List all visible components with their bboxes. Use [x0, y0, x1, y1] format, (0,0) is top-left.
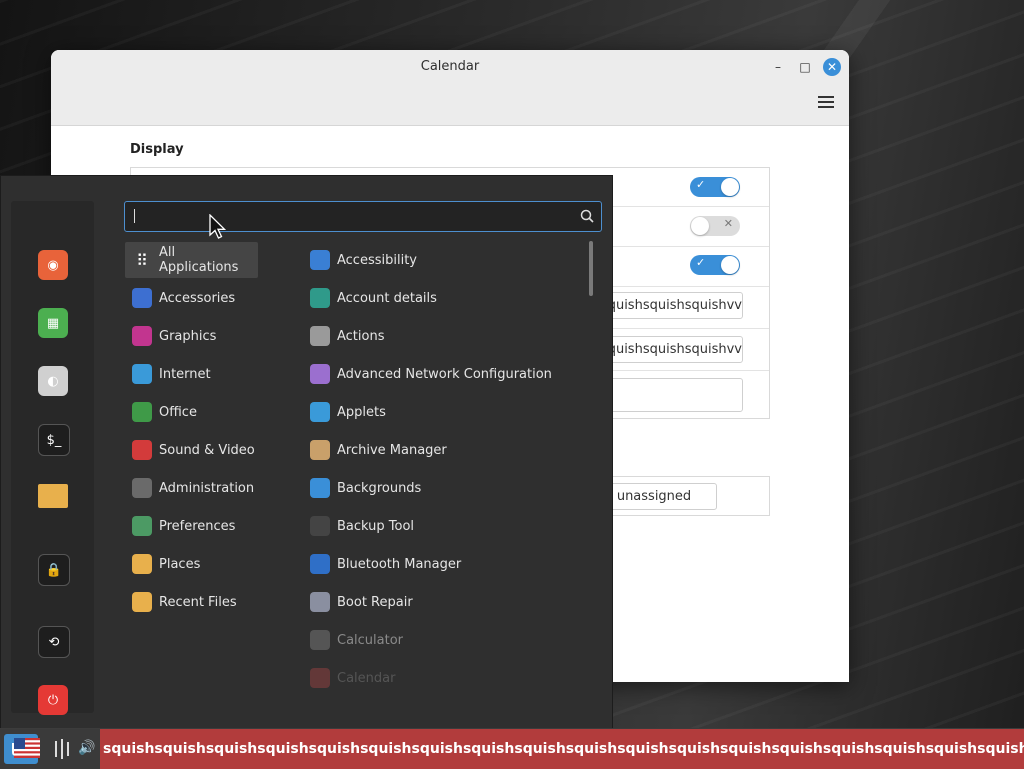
window-title: Calendar: [420, 59, 480, 74]
recent-folder-icon: [132, 592, 152, 612]
accessibility-icon: [310, 250, 330, 270]
app-label: Bluetooth Manager: [337, 556, 462, 572]
category-graphics[interactable]: Graphics: [125, 318, 258, 354]
app-label: Accessibility: [337, 252, 417, 268]
app-label: Calendar: [337, 670, 396, 686]
calendar-icon: [310, 668, 330, 688]
palette-icon: [132, 326, 152, 346]
app-archive-manager[interactable]: Archive Manager: [303, 432, 583, 468]
category-label: All Applications: [159, 245, 239, 275]
app-account-details[interactable]: Account details: [303, 280, 583, 316]
toggle-switch-1[interactable]: ✓: [690, 177, 740, 197]
app-boot-repair[interactable]: Boot Repair: [303, 584, 583, 620]
preferences-icon: [132, 516, 152, 536]
app-actions[interactable]: Actions: [303, 318, 583, 354]
applets-icon: [310, 402, 330, 422]
app-label: Boot Repair: [337, 594, 413, 610]
app-label: Applets: [337, 404, 386, 420]
category-label: Office: [159, 404, 197, 420]
app-label: Advanced Network Configuration: [337, 366, 552, 382]
calculator-icon: [310, 630, 330, 650]
category-label: Accessories: [159, 290, 236, 306]
app-backgrounds[interactable]: Backgrounds: [303, 470, 583, 506]
app-label: Actions: [337, 328, 385, 344]
scissors-icon: [132, 288, 152, 308]
mouse-pointer-icon: [209, 214, 227, 239]
app-label: Archive Manager: [337, 442, 447, 458]
account-icon: [310, 288, 330, 308]
admin-icon: [132, 478, 152, 498]
category-label: Places: [159, 556, 201, 572]
app-advanced-network-configuration[interactable]: Advanced Network Configuration: [303, 356, 583, 392]
search-input[interactable]: [124, 201, 602, 232]
play-icon: [132, 440, 152, 460]
application-menu: ◉ ▦ ◐ $_ 🔒 ⟲ ⏻ ⠿ All Applications Accessories Gra…: [0, 175, 613, 730]
format-field-2[interactable]: squishsquishsquishsquishvv: [591, 336, 743, 363]
category-label: Administration: [159, 480, 255, 496]
archive-icon: [310, 440, 330, 460]
taskbar-window-list[interactable]: squishsquishsquishsquishsquishsquishsqui…: [100, 729, 1024, 769]
text-caret: [134, 209, 135, 223]
category-label: Internet: [159, 366, 211, 382]
app-calculator[interactable]: Calculator: [303, 622, 583, 658]
app-bluetooth-manager[interactable]: Bluetooth Manager: [303, 546, 583, 582]
category-label: Graphics: [159, 328, 217, 344]
files-icon[interactable]: [38, 484, 68, 508]
settings-toggle-icon[interactable]: ◐: [38, 366, 68, 396]
app-backup-tool[interactable]: Backup Tool: [303, 508, 583, 544]
lock-screen-icon[interactable]: 🔒: [38, 554, 70, 586]
window-titlebar[interactable]: Calendar – □ ✕: [51, 50, 849, 126]
network-config-icon: [310, 364, 330, 384]
minimize-button[interactable]: –: [769, 58, 787, 76]
software-manager-icon[interactable]: ▦: [38, 308, 68, 338]
backgrounds-icon: [310, 478, 330, 498]
section-title-display: Display: [130, 142, 184, 157]
close-button[interactable]: ✕: [823, 58, 841, 76]
firefox-icon[interactable]: ◉: [38, 250, 68, 280]
toggle-switch-2[interactable]: ✕: [690, 216, 740, 236]
logout-icon[interactable]: ⟲: [38, 626, 70, 658]
format-field-1[interactable]: squishsquishsquishsquishvv: [591, 292, 743, 319]
app-calendar[interactable]: Calendar: [303, 660, 583, 696]
category-recent-files[interactable]: Recent Files: [125, 584, 258, 620]
volume-icon[interactable]: 🔊: [78, 740, 96, 758]
category-places[interactable]: Places: [125, 546, 258, 582]
backup-icon: [310, 516, 330, 536]
category-administration[interactable]: Administration: [125, 470, 258, 506]
category-sound-video[interactable]: Sound & Video: [125, 432, 258, 468]
app-accessibility[interactable]: Accessibility: [303, 242, 583, 278]
actions-icon: [310, 326, 330, 346]
app-label: Account details: [337, 290, 437, 306]
toggle-switch-3[interactable]: ✓: [690, 255, 740, 275]
taskbar-applets: 🔊: [0, 729, 100, 769]
category-label: Sound & Video: [159, 442, 255, 458]
boot-repair-icon: [310, 592, 330, 612]
hamburger-menu-icon[interactable]: [818, 96, 834, 108]
bluetooth-icon: [310, 554, 330, 574]
cloud-icon: [132, 364, 152, 384]
category-label: Recent Files: [159, 594, 237, 610]
terminal-icon[interactable]: $_: [38, 424, 70, 456]
category-accessories[interactable]: Accessories: [125, 280, 258, 316]
category-all-applications[interactable]: ⠿ All Applications: [125, 242, 258, 278]
maximize-button[interactable]: □: [796, 58, 814, 76]
search-icon: [580, 209, 594, 223]
app-list-scrollbar[interactable]: [589, 241, 593, 296]
app-label: Backgrounds: [337, 480, 422, 496]
taskbar: 🔊 squishsquishsquishsquishsquishsquishsq…: [0, 728, 1024, 769]
category-preferences[interactable]: Preferences: [125, 508, 258, 544]
document-icon: [132, 402, 152, 422]
format-field-3[interactable]: [591, 378, 743, 412]
category-internet[interactable]: Internet: [125, 356, 258, 392]
folder-icon: [132, 554, 152, 574]
network-icon[interactable]: [52, 737, 72, 761]
grid-icon: ⠿: [136, 250, 148, 270]
app-label: Backup Tool: [337, 518, 415, 534]
us-flag-icon[interactable]: [14, 738, 40, 758]
app-applets[interactable]: Applets: [303, 394, 583, 430]
category-office[interactable]: Office: [125, 394, 258, 430]
category-label: Preferences: [159, 518, 236, 534]
app-label: Calculator: [337, 632, 404, 648]
shutdown-icon[interactable]: ⏻: [38, 685, 68, 715]
